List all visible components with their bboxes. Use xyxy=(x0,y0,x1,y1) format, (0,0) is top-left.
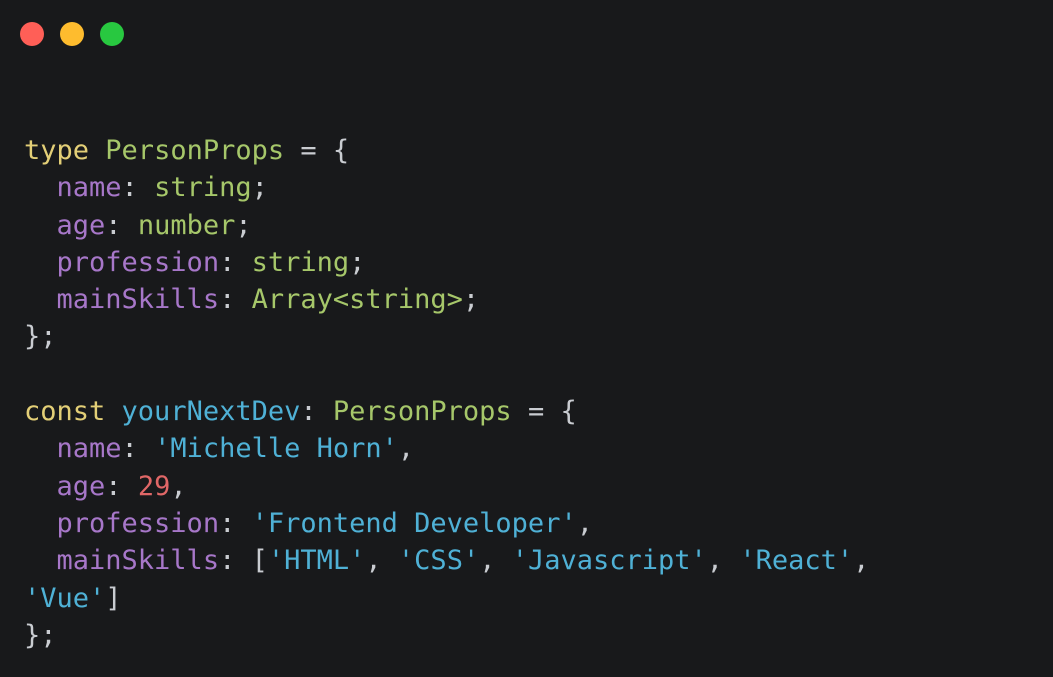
code-line: age: number; xyxy=(56,209,252,241)
code-line-empty xyxy=(24,356,869,393)
array-item: 'HTML' xyxy=(267,545,366,577)
window-controls xyxy=(20,22,124,46)
maximize-button[interactable] xyxy=(100,22,124,46)
property-key: profession xyxy=(56,507,220,539)
property-key: name xyxy=(56,172,122,204)
type-annotation: string xyxy=(154,172,252,204)
code-line: }; xyxy=(24,619,57,651)
code-line: type PersonProps = { xyxy=(24,135,350,166)
array-item: 'CSS' xyxy=(397,545,480,577)
property-key: mainSkills xyxy=(56,284,220,316)
code-line: name: string; xyxy=(56,172,268,204)
array-item: 'React' xyxy=(739,545,854,577)
type-name: PersonProps xyxy=(332,396,512,428)
code-line: mainSkills: Array<string>; xyxy=(56,284,480,316)
code-line: name: 'Michelle Horn', xyxy=(56,433,415,465)
array-item: 'Vue' xyxy=(24,582,106,614)
type-annotation: number xyxy=(137,209,236,241)
number-value: 29 xyxy=(137,470,171,502)
code-line: profession: string; xyxy=(56,246,366,278)
variable-name: yourNextDev xyxy=(121,396,301,428)
code-block: type PersonProps = { name: string; age: … xyxy=(24,132,869,654)
property-key: age xyxy=(56,209,106,241)
property-key: mainSkills xyxy=(56,545,220,577)
string-value: 'Michelle Horn' xyxy=(154,433,398,465)
close-button[interactable] xyxy=(20,22,44,46)
array-item: 'Javascript' xyxy=(511,545,707,577)
code-window: type PersonProps = { name: string; age: … xyxy=(0,0,1053,677)
property-key: age xyxy=(56,470,106,502)
keyword: type xyxy=(24,135,90,166)
keyword: const xyxy=(24,396,106,428)
code-line: age: 29, xyxy=(56,470,187,502)
code-line: mainSkills: ['HTML', 'CSS', 'Javascript'… xyxy=(56,545,870,577)
type-name: PersonProps xyxy=(105,135,285,166)
code-line: }; xyxy=(24,321,57,353)
type-annotation: Array<string> xyxy=(251,284,463,316)
code-line: const yourNextDev: PersonProps = { xyxy=(24,396,577,428)
minimize-button[interactable] xyxy=(60,22,84,46)
type-annotation: string xyxy=(251,246,350,278)
property-key: profession xyxy=(56,246,220,278)
code-line: profession: 'Frontend Developer', xyxy=(56,507,593,539)
string-value: 'Frontend Developer' xyxy=(251,507,577,539)
property-key: name xyxy=(56,433,122,465)
code-line: 'Vue'] xyxy=(24,582,122,614)
